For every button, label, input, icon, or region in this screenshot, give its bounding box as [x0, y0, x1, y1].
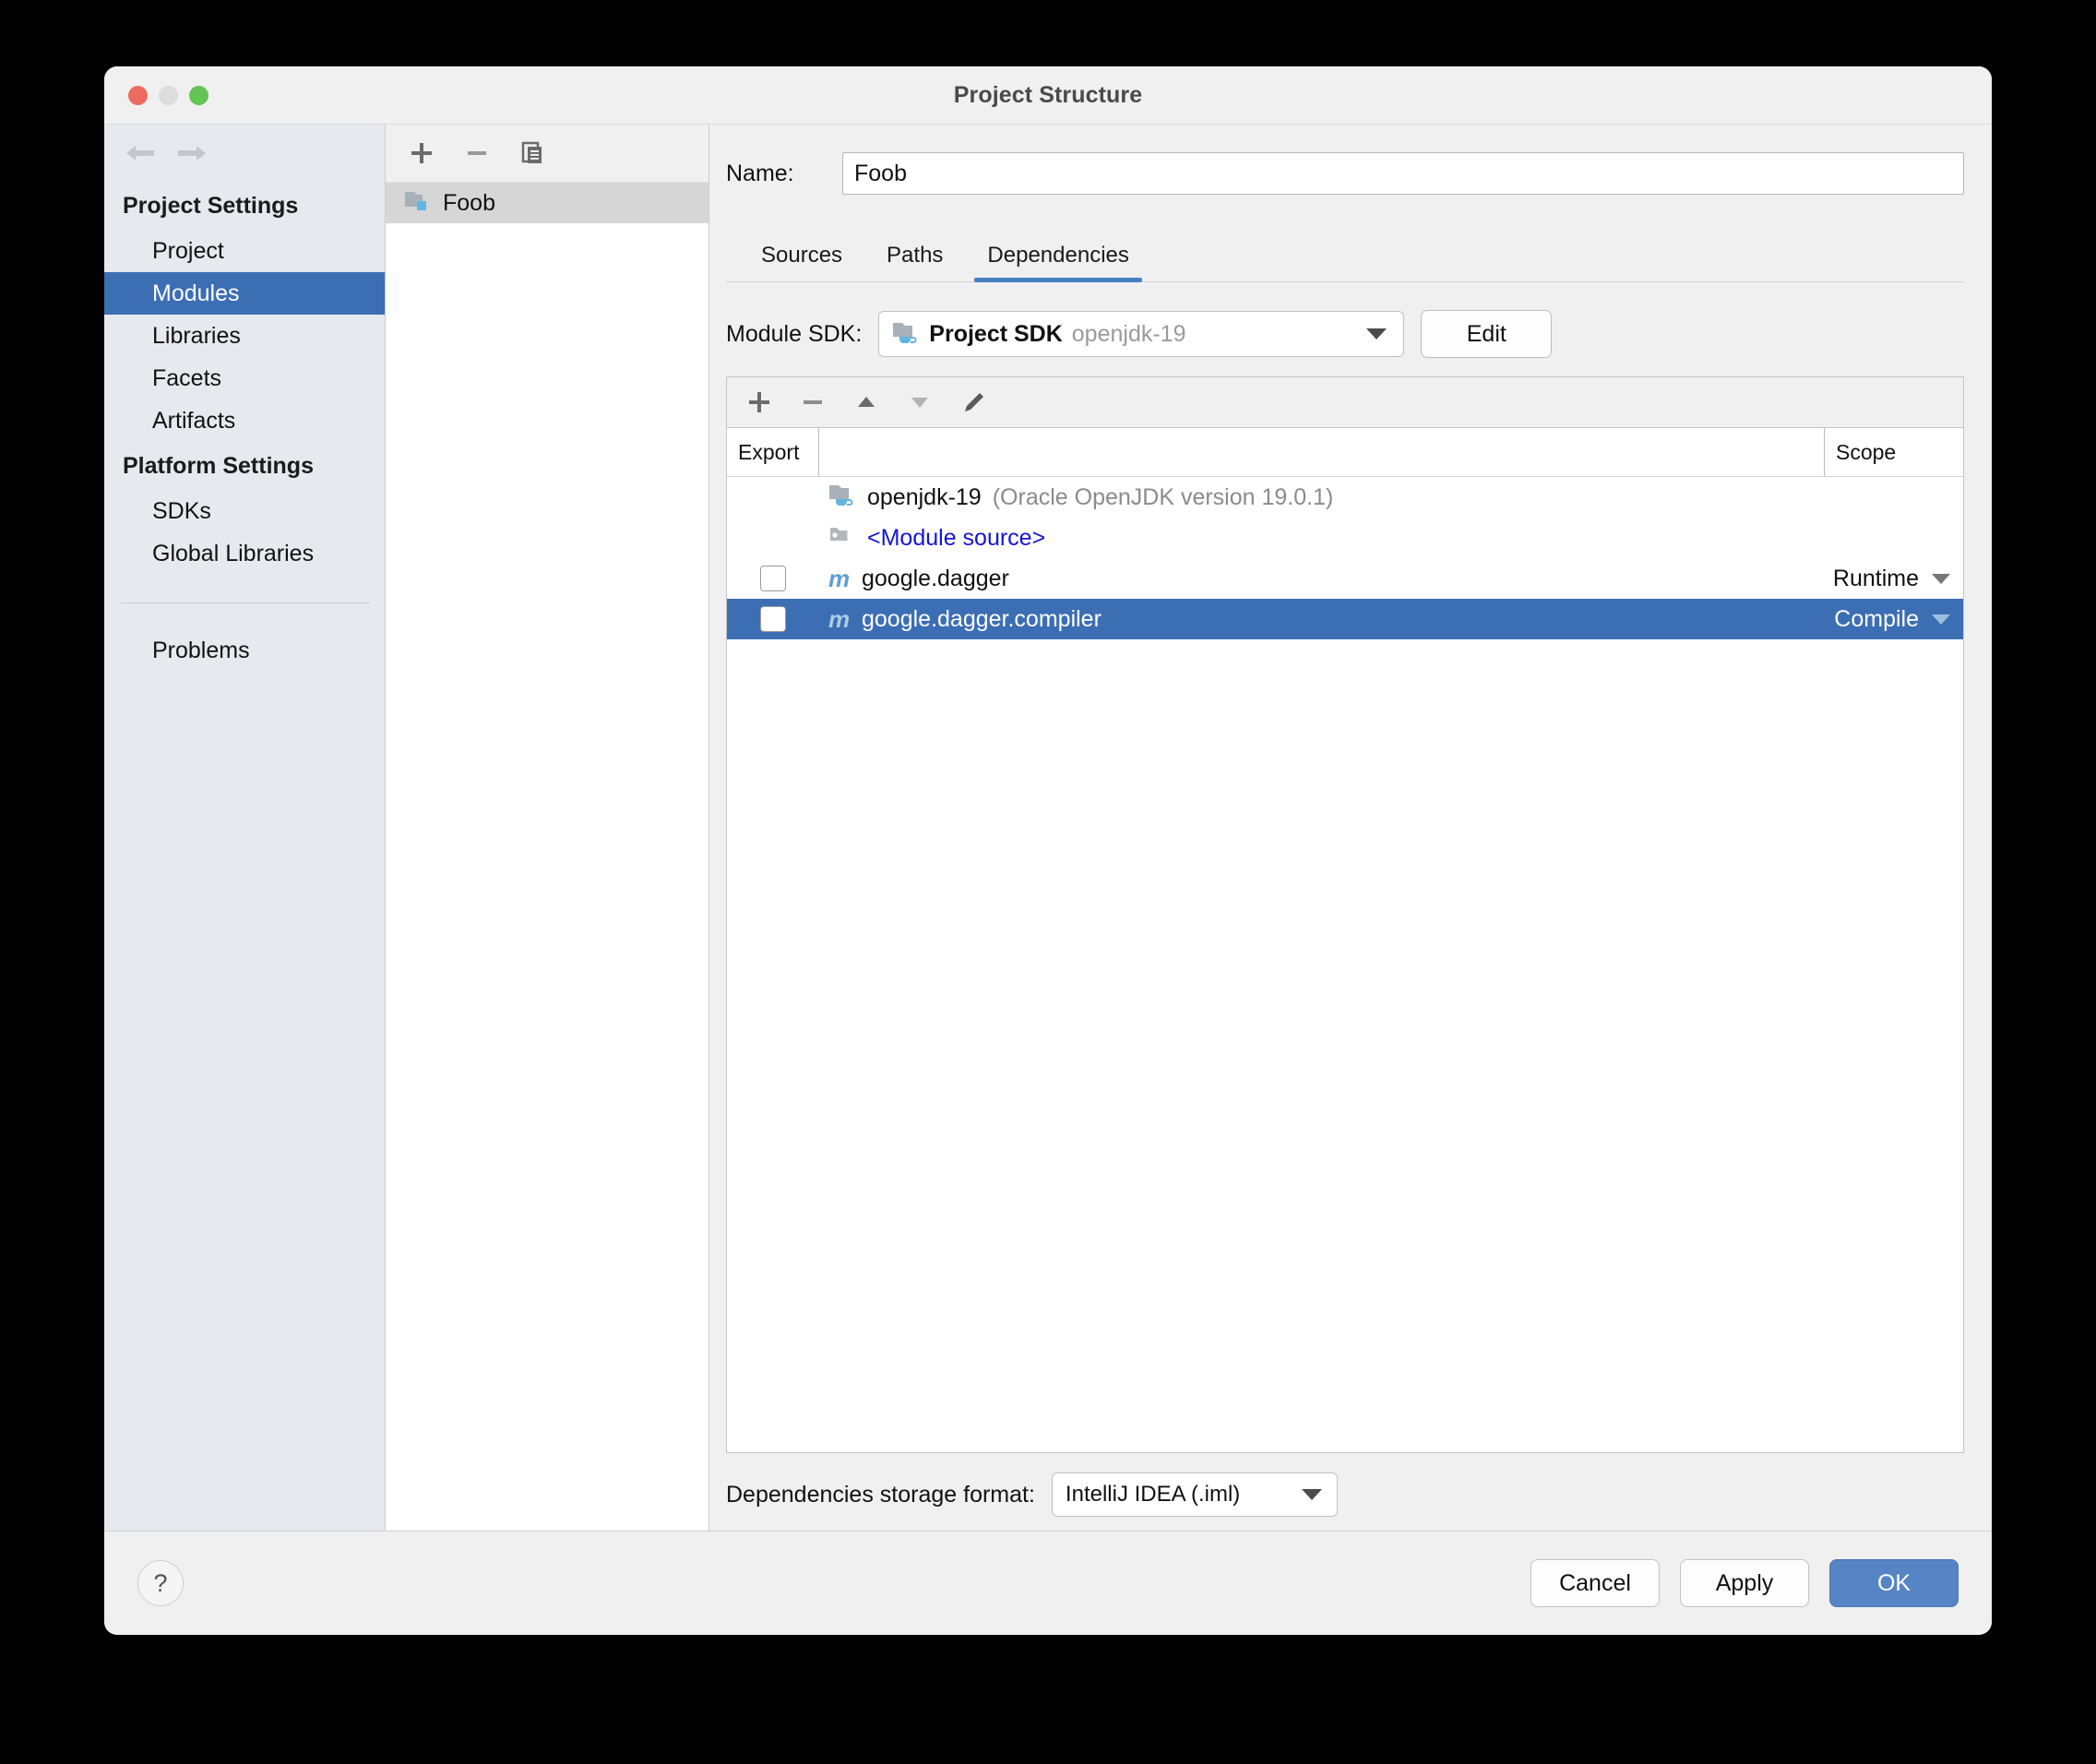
settings-sidebar: Project Settings Project Modules Librari…	[104, 125, 386, 1531]
chevron-down-icon	[1301, 1489, 1322, 1500]
sidebar-item-modules[interactable]: Modules	[104, 272, 385, 315]
module-name-label: Name:	[726, 160, 794, 186]
apply-button[interactable]: Apply	[1680, 1559, 1809, 1607]
window-title: Project Structure	[953, 81, 1143, 108]
add-module-icon[interactable]	[406, 137, 437, 169]
tab-paths[interactable]: Paths	[864, 243, 965, 281]
footer-button-group: Cancel Apply OK	[1530, 1559, 1959, 1607]
modules-toolbar	[386, 125, 709, 183]
modules-tree-panel: Foob	[386, 125, 709, 1531]
scope-label: Compile	[1834, 605, 1919, 632]
storage-format-dropdown[interactable]: IntelliJ IDEA (.iml)	[1051, 1472, 1338, 1517]
sidebar-navigation	[104, 125, 385, 182]
module-tabs: Sources Paths Dependencies	[726, 226, 1964, 282]
dependencies-table-header: Export Scope	[727, 428, 1963, 477]
dependency-detail-label: (Oracle OpenJDK version 19.0.1)	[992, 483, 1334, 510]
dependency-name-cell: <Module source>	[819, 524, 1825, 553]
move-down-icon[interactable]	[904, 387, 935, 418]
help-button[interactable]: ?	[137, 1560, 184, 1606]
forward-arrow-icon[interactable]	[176, 140, 208, 166]
export-checkbox[interactable]	[760, 606, 786, 632]
scope-label: Runtime	[1832, 565, 1919, 591]
remove-dependency-icon[interactable]	[797, 387, 828, 418]
maven-icon: m	[828, 605, 851, 633]
sdk-folder-icon	[828, 483, 856, 513]
edit-pencil-icon[interactable]	[958, 387, 989, 418]
module-sdk-label: Module SDK:	[726, 320, 863, 347]
zoom-button[interactable]	[189, 86, 208, 105]
module-sdk-value: Project SDK	[929, 320, 1063, 347]
module-editor-panel: Name: Foob Sources Paths Dependencies Mo…	[709, 125, 1992, 1531]
sidebar-item-artifacts[interactable]: Artifacts	[104, 399, 385, 442]
dependency-name-cell: m google.dagger	[819, 566, 1825, 592]
dependency-name-label: openjdk-19	[867, 483, 982, 510]
export-cell	[727, 606, 819, 632]
scope-cell[interactable]: Compile	[1825, 606, 1963, 633]
sdk-folder-icon	[892, 320, 920, 349]
ok-button[interactable]: OK	[1829, 1559, 1959, 1607]
storage-format-value: IntelliJ IDEA (.iml)	[1065, 1482, 1241, 1507]
chevron-down-icon	[1932, 614, 1950, 625]
column-header-scope: Scope	[1836, 439, 1897, 464]
cancel-button[interactable]: Cancel	[1530, 1559, 1660, 1607]
back-arrow-icon[interactable]	[125, 140, 156, 166]
dependency-name-cell: m google.dagger.compiler	[819, 606, 1825, 633]
module-sdk-version: openjdk-19	[1071, 320, 1186, 347]
export-checkbox[interactable]	[760, 566, 786, 591]
storage-format-label: Dependencies storage format:	[726, 1481, 1035, 1508]
module-folder-icon	[404, 189, 432, 218]
module-tree-item-foob[interactable]: Foob	[386, 183, 709, 223]
sidebar-item-project[interactable]: Project	[104, 230, 385, 272]
module-source-icon	[828, 524, 856, 553]
module-sdk-dropdown[interactable]: Project SDK openjdk-19	[878, 311, 1405, 357]
tab-sources[interactable]: Sources	[739, 243, 864, 281]
title-bar: Project Structure	[104, 66, 1992, 124]
sidebar-item-problems[interactable]: Problems	[104, 629, 385, 672]
dependencies-toolbar	[727, 377, 1963, 428]
dependency-name-cell: openjdk-19 (Oracle OpenJDK version 19.0.…	[819, 483, 1825, 513]
module-name-input[interactable]: Foob	[842, 152, 1964, 195]
maven-icon: m	[828, 565, 851, 592]
scope-cell[interactable]: Runtime	[1825, 566, 1963, 592]
chevron-down-icon	[1932, 573, 1950, 584]
edit-sdk-button[interactable]: Edit	[1421, 310, 1553, 358]
minimize-button[interactable]	[159, 86, 178, 105]
add-dependency-icon[interactable]	[744, 387, 775, 418]
sidebar-item-libraries[interactable]: Libraries	[104, 315, 385, 357]
export-cell	[727, 566, 819, 591]
close-button[interactable]	[128, 86, 148, 105]
move-up-icon[interactable]	[851, 387, 882, 418]
sidebar-item-sdks[interactable]: SDKs	[104, 490, 385, 532]
copy-module-icon[interactable]	[517, 137, 548, 169]
dependency-name-label: google.dagger	[862, 565, 1009, 591]
tab-dependencies[interactable]: Dependencies	[965, 243, 1150, 282]
dependencies-table-panel: Export Scope openjdk-19 (Oracle OpenJDK …	[726, 376, 1964, 1453]
dependency-name-label: google.dagger.compiler	[862, 605, 1102, 632]
window-controls	[128, 86, 208, 105]
dependencies-rows: openjdk-19 (Oracle OpenJDK version 19.0.…	[727, 477, 1963, 1452]
module-tree-item-label: Foob	[443, 189, 495, 216]
module-sdk-row: Module SDK: Project SDK openjdk-19 Edit	[726, 308, 1964, 360]
storage-format-row: Dependencies storage format: IntelliJ ID…	[726, 1459, 1964, 1531]
column-header-export: Export	[727, 428, 819, 476]
sidebar-item-facets[interactable]: Facets	[104, 357, 385, 399]
dialog-body: Project Settings Project Modules Librari…	[104, 124, 1992, 1531]
table-row[interactable]: <Module source>	[727, 518, 1963, 558]
sidebar-group-project-settings: Project Settings	[123, 193, 299, 219]
sidebar-item-global-libraries[interactable]: Global Libraries	[104, 532, 385, 575]
table-row[interactable]: openjdk-19 (Oracle OpenJDK version 19.0.…	[727, 477, 1963, 518]
remove-module-icon[interactable]	[461, 137, 493, 169]
sidebar-divider	[121, 602, 370, 603]
chevron-down-icon	[1366, 328, 1387, 340]
table-row[interactable]: m google.dagger Runtime	[727, 558, 1963, 599]
table-row[interactable]: m google.dagger.compiler Compile	[727, 599, 1963, 639]
project-structure-dialog: Project Structure Project Settings Proje…	[104, 66, 1992, 1635]
dialog-footer: ? Cancel Apply OK	[104, 1531, 1992, 1635]
sidebar-group-platform-settings: Platform Settings	[123, 453, 314, 479]
module-source-label: <Module source>	[867, 524, 1046, 551]
module-name-row: Name: Foob	[726, 145, 1964, 202]
column-header-name	[819, 428, 1825, 476]
